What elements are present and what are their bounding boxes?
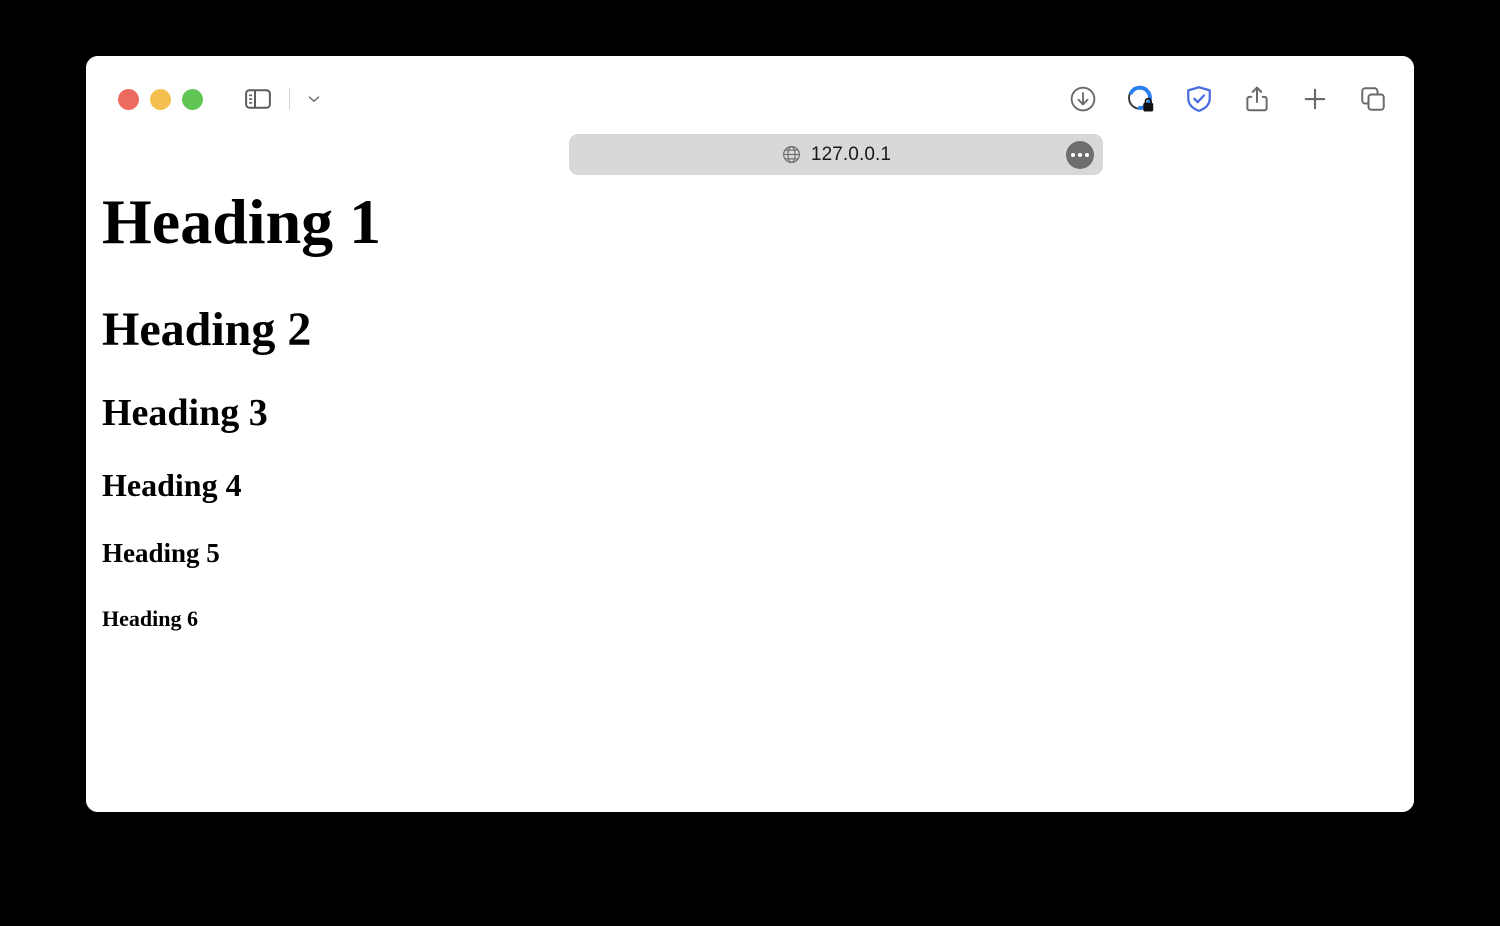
browser-toolbar: 127.0.0.1 [86,56,1414,175]
downloads-icon [1070,86,1096,112]
website-settings-button[interactable] [1066,140,1094,169]
share-button[interactable] [1240,82,1274,116]
close-window-button[interactable] [118,88,139,110]
browser-window: 127.0.0.1 Heading 1 Heading 2 Heading 3 … [86,56,1414,812]
minimize-window-button[interactable] [150,88,171,110]
heading-level-1: Heading 1 [102,186,382,257]
share-icon [1246,86,1268,112]
ellipsis-dot [1085,152,1089,157]
privacy-report-lock-icon [1128,85,1154,112]
heading-level-4: Heading 4 [102,467,242,503]
heading-level-2: Heading 2 [102,303,312,356]
plus-icon [1304,88,1326,110]
address-bar-content: 127.0.0.1 [781,144,891,166]
address-bar-text: 127.0.0.1 [810,143,892,165]
heading-level-6: Heading 6 [102,606,198,631]
tab-overview-icon [1361,87,1385,111]
globe-icon [782,146,800,163]
privacy-report-button[interactable] [1124,82,1158,116]
chevron-down-icon[interactable] [302,87,326,111]
ellipsis-dot [1071,152,1075,157]
sidebar-controls [241,82,326,116]
heading-level-5: Heading 5 [102,538,220,568]
new-tab-button[interactable] [1298,82,1332,116]
page-viewport: Heading 1 Heading 2 Heading 3 Heading 4 … [86,142,1414,812]
ellipsis-dot [1078,152,1082,157]
tab-overview-button[interactable] [1356,82,1390,116]
window-controls [118,88,203,110]
document-body: Heading 1 Heading 2 Heading 3 Heading 4 … [102,185,1398,632]
toolbar-divider [289,88,290,110]
adguard-shield-icon [1187,86,1211,112]
toolbar-right-icons [1066,56,1390,142]
address-bar[interactable]: 127.0.0.1 [569,134,1103,175]
sidebar-toggle-button[interactable] [241,82,275,116]
maximize-window-button[interactable] [182,88,203,110]
heading-level-3: Heading 3 [102,392,268,434]
adguard-button[interactable] [1182,82,1216,116]
downloads-button[interactable] [1066,82,1100,116]
